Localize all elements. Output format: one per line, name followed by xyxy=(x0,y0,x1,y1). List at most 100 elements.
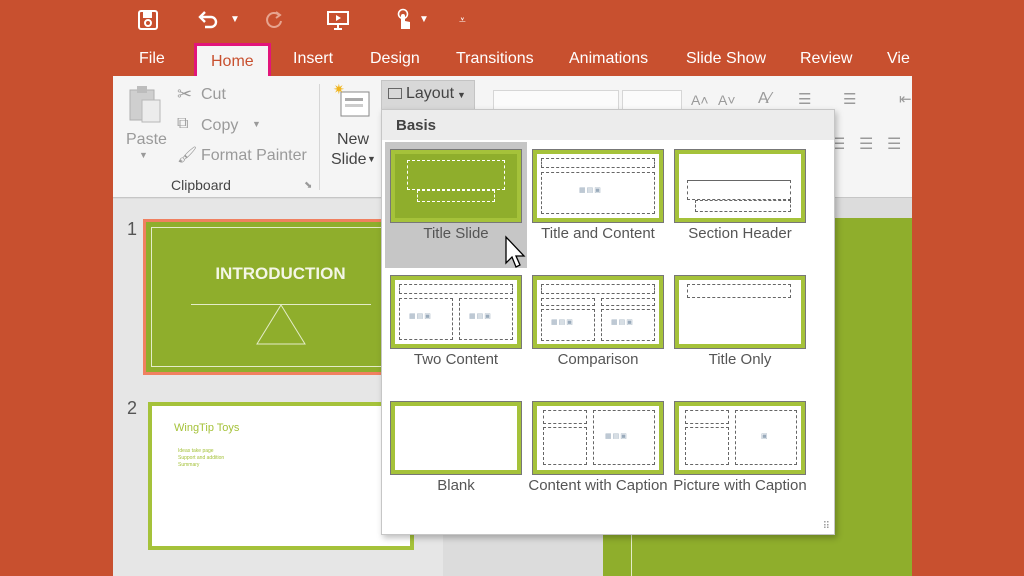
tab-view[interactable]: Vie xyxy=(887,40,910,76)
layout-preview xyxy=(674,275,806,349)
customize-toolbar-icon[interactable]: ⩡ xyxy=(459,8,466,32)
clear-format-icon[interactable]: A⁄ xyxy=(758,90,771,108)
tab-animations[interactable]: Animations xyxy=(569,40,648,76)
slide-thumbnail-2[interactable]: WingTip Toys Ideas take page Support and… xyxy=(148,402,414,550)
layout-preview: ▦▤▣ ▦▤▣ xyxy=(390,275,522,349)
copy-dropdown-icon[interactable]: ▼ xyxy=(252,119,261,129)
group-separator xyxy=(319,84,320,190)
layout-preview: ▣ xyxy=(674,401,806,475)
clipboard-group-label: Clipboard xyxy=(171,177,231,193)
layout-comparison[interactable]: ▦▤▣ ▦▤▣ Comparison xyxy=(527,268,669,394)
layout-title-and-content[interactable]: ▦▤▣ Title and Content xyxy=(527,142,669,268)
bullets-icon[interactable]: ☰ xyxy=(798,90,811,108)
slide-frame xyxy=(151,227,410,367)
layout-dropdown-icon: ▼ xyxy=(457,90,466,100)
bullet-item: Ideas take page xyxy=(178,448,214,454)
new-slide-label[interactable]: New xyxy=(337,131,369,149)
format-painter-icon: 🖌 xyxy=(177,147,198,164)
layout-label: Title and Content xyxy=(541,225,655,242)
copy-icon: ⧉ xyxy=(177,115,189,132)
content-icons: ▦▤▣ xyxy=(579,187,602,194)
layout-label: Section Header xyxy=(688,225,792,242)
paste-label[interactable]: Paste xyxy=(126,131,167,149)
clipboard-launcher-icon[interactable]: ⬊ xyxy=(304,180,312,191)
paste-icon[interactable] xyxy=(126,84,164,124)
save-icon[interactable] xyxy=(135,6,161,34)
grow-font-icon[interactable]: A˄ xyxy=(691,92,709,108)
mouse-cursor-icon xyxy=(505,235,526,268)
new-slide-label-2[interactable]: Slide xyxy=(331,151,367,169)
layout-picture-with-caption[interactable]: ▣ Picture with Caption xyxy=(669,394,811,520)
ribbon-tabs: File Home Insert Design Transitions Anim… xyxy=(113,40,912,76)
layout-label: Picture with Caption xyxy=(673,477,807,494)
bullet-item: Summary xyxy=(178,462,200,468)
undo-icon[interactable] xyxy=(195,6,221,34)
start-from-beginning-icon[interactable] xyxy=(325,6,351,34)
new-slide-icon[interactable]: ✷ xyxy=(331,81,373,122)
copy-label[interactable]: Copy xyxy=(201,117,238,135)
caption-placeholder xyxy=(543,427,587,465)
tab-slide-show[interactable]: Slide Show xyxy=(686,40,766,76)
tab-transitions[interactable]: Transitions xyxy=(456,40,534,76)
layout-label: Title Only xyxy=(708,351,772,368)
cut-label[interactable]: Cut xyxy=(201,86,226,104)
title-placeholder xyxy=(399,284,513,294)
slide-number: 2 xyxy=(127,398,138,418)
layout-blank[interactable]: Blank xyxy=(385,394,527,520)
title-placeholder xyxy=(687,284,791,298)
indent-icon[interactable]: ⇤ xyxy=(899,90,912,108)
powerpoint-window: ▼ ▼ ⩡ File Home Insert Design Transition… xyxy=(113,0,912,576)
layout-preview: ▦▤▣ xyxy=(532,149,664,223)
svg-text:✷: ✷ xyxy=(333,82,345,97)
bullet-item: Support and addition xyxy=(178,455,225,461)
tab-insert[interactable]: Insert xyxy=(293,40,333,76)
justify-icon[interactable]: ☰ xyxy=(887,134,901,154)
slide-bullets: Ideas take page Support and addition Sum… xyxy=(178,448,224,469)
align-right-icon[interactable]: ☰ xyxy=(859,134,873,154)
layout-section-header[interactable]: Section Header xyxy=(669,142,811,268)
resize-grip-icon[interactable]: ⠿ xyxy=(823,521,830,532)
title-placeholder xyxy=(541,158,655,168)
layout-preview xyxy=(390,401,522,475)
tab-home[interactable]: Home xyxy=(194,43,271,76)
layout-label: Two Content xyxy=(413,351,499,368)
caption-placeholder xyxy=(685,427,729,465)
shrink-font-icon[interactable]: A˅ xyxy=(718,92,736,108)
content-icons: ▦▤▣ xyxy=(605,433,628,440)
layout-two-content[interactable]: ▦▤▣ ▦▤▣ Two Content xyxy=(385,268,527,394)
layout-icon xyxy=(388,88,402,99)
heading-placeholder xyxy=(541,298,595,306)
scissors-icon: ✂ xyxy=(177,84,193,104)
layout-button[interactable]: Layout ▼ xyxy=(381,80,475,110)
content-icons: ▦▤▣ xyxy=(469,313,492,320)
layout-label: Content with Caption xyxy=(528,477,668,494)
layout-preview xyxy=(674,149,806,223)
touch-dropdown-icon[interactable]: ▼ xyxy=(419,8,429,32)
layout-content-with-caption[interactable]: ▦▤▣ Content with Caption xyxy=(527,394,669,520)
new-slide-dropdown-icon[interactable]: ▼ xyxy=(367,154,376,164)
layout-title-only[interactable]: Title Only xyxy=(669,268,811,394)
content-icons: ▦▤▣ xyxy=(409,313,432,320)
title-placeholder xyxy=(543,410,587,424)
touch-mode-icon[interactable] xyxy=(390,6,416,34)
undo-dropdown-icon[interactable]: ▼ xyxy=(230,8,240,32)
triangle-graphic xyxy=(256,304,306,345)
redo-icon xyxy=(261,6,287,34)
tab-file[interactable]: File xyxy=(139,40,165,76)
tab-design[interactable]: Design xyxy=(370,40,420,76)
slide-thumbnail-1[interactable]: INTRODUCTION xyxy=(143,219,418,375)
layout-preview xyxy=(390,149,522,223)
title-placeholder xyxy=(687,180,791,200)
slide-title: INTRODUCTION xyxy=(215,264,346,283)
tab-review[interactable]: Review xyxy=(800,40,852,76)
layout-gallery: Basis Title Slide ▦▤▣ Title and Content … xyxy=(381,109,835,535)
format-painter-label[interactable]: Format Painter xyxy=(201,147,307,165)
gallery-section-header: Basis xyxy=(382,110,834,140)
numbering-icon[interactable]: ☰ xyxy=(843,90,856,108)
layout-label: Layout xyxy=(406,85,455,102)
picture-icon: ▣ xyxy=(761,433,769,440)
layout-preview: ▦▤▣ xyxy=(532,401,664,475)
layout-preview: ▦▤▣ ▦▤▣ xyxy=(532,275,664,349)
paste-dropdown-icon[interactable]: ▼ xyxy=(139,150,148,160)
layout-label: Blank xyxy=(437,477,475,494)
